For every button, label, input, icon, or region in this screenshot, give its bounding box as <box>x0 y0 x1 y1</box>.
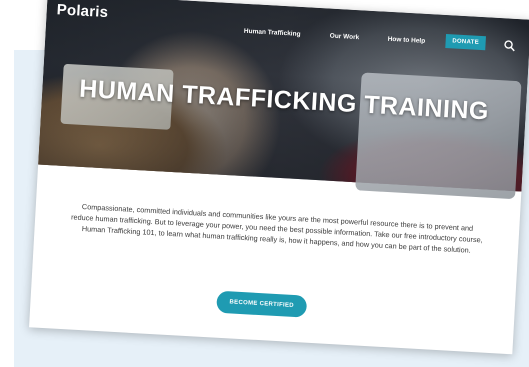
become-certified-button[interactable]: BECOME CERTIFIED <box>216 290 308 318</box>
polaris-logo[interactable]: Polaris <box>56 1 108 21</box>
nav-link-human-trafficking[interactable]: Human Trafficking <box>244 28 301 38</box>
intro-paragraph: Compassionate, committed individuals and… <box>70 202 483 255</box>
donate-button[interactable]: DONATE <box>445 34 486 51</box>
website-screenshot: Polaris Human Trafficking Our Work How t… <box>29 0 529 355</box>
hero-banner: Polaris Human Trafficking Our Work How t… <box>38 0 529 200</box>
nav-link-our-work[interactable]: Our Work <box>330 33 360 42</box>
search-icon[interactable] <box>503 38 516 52</box>
nav-link-how-to-help[interactable]: How to Help <box>387 36 425 45</box>
top-nav: Polaris Human Trafficking Our Work How t… <box>45 0 529 60</box>
